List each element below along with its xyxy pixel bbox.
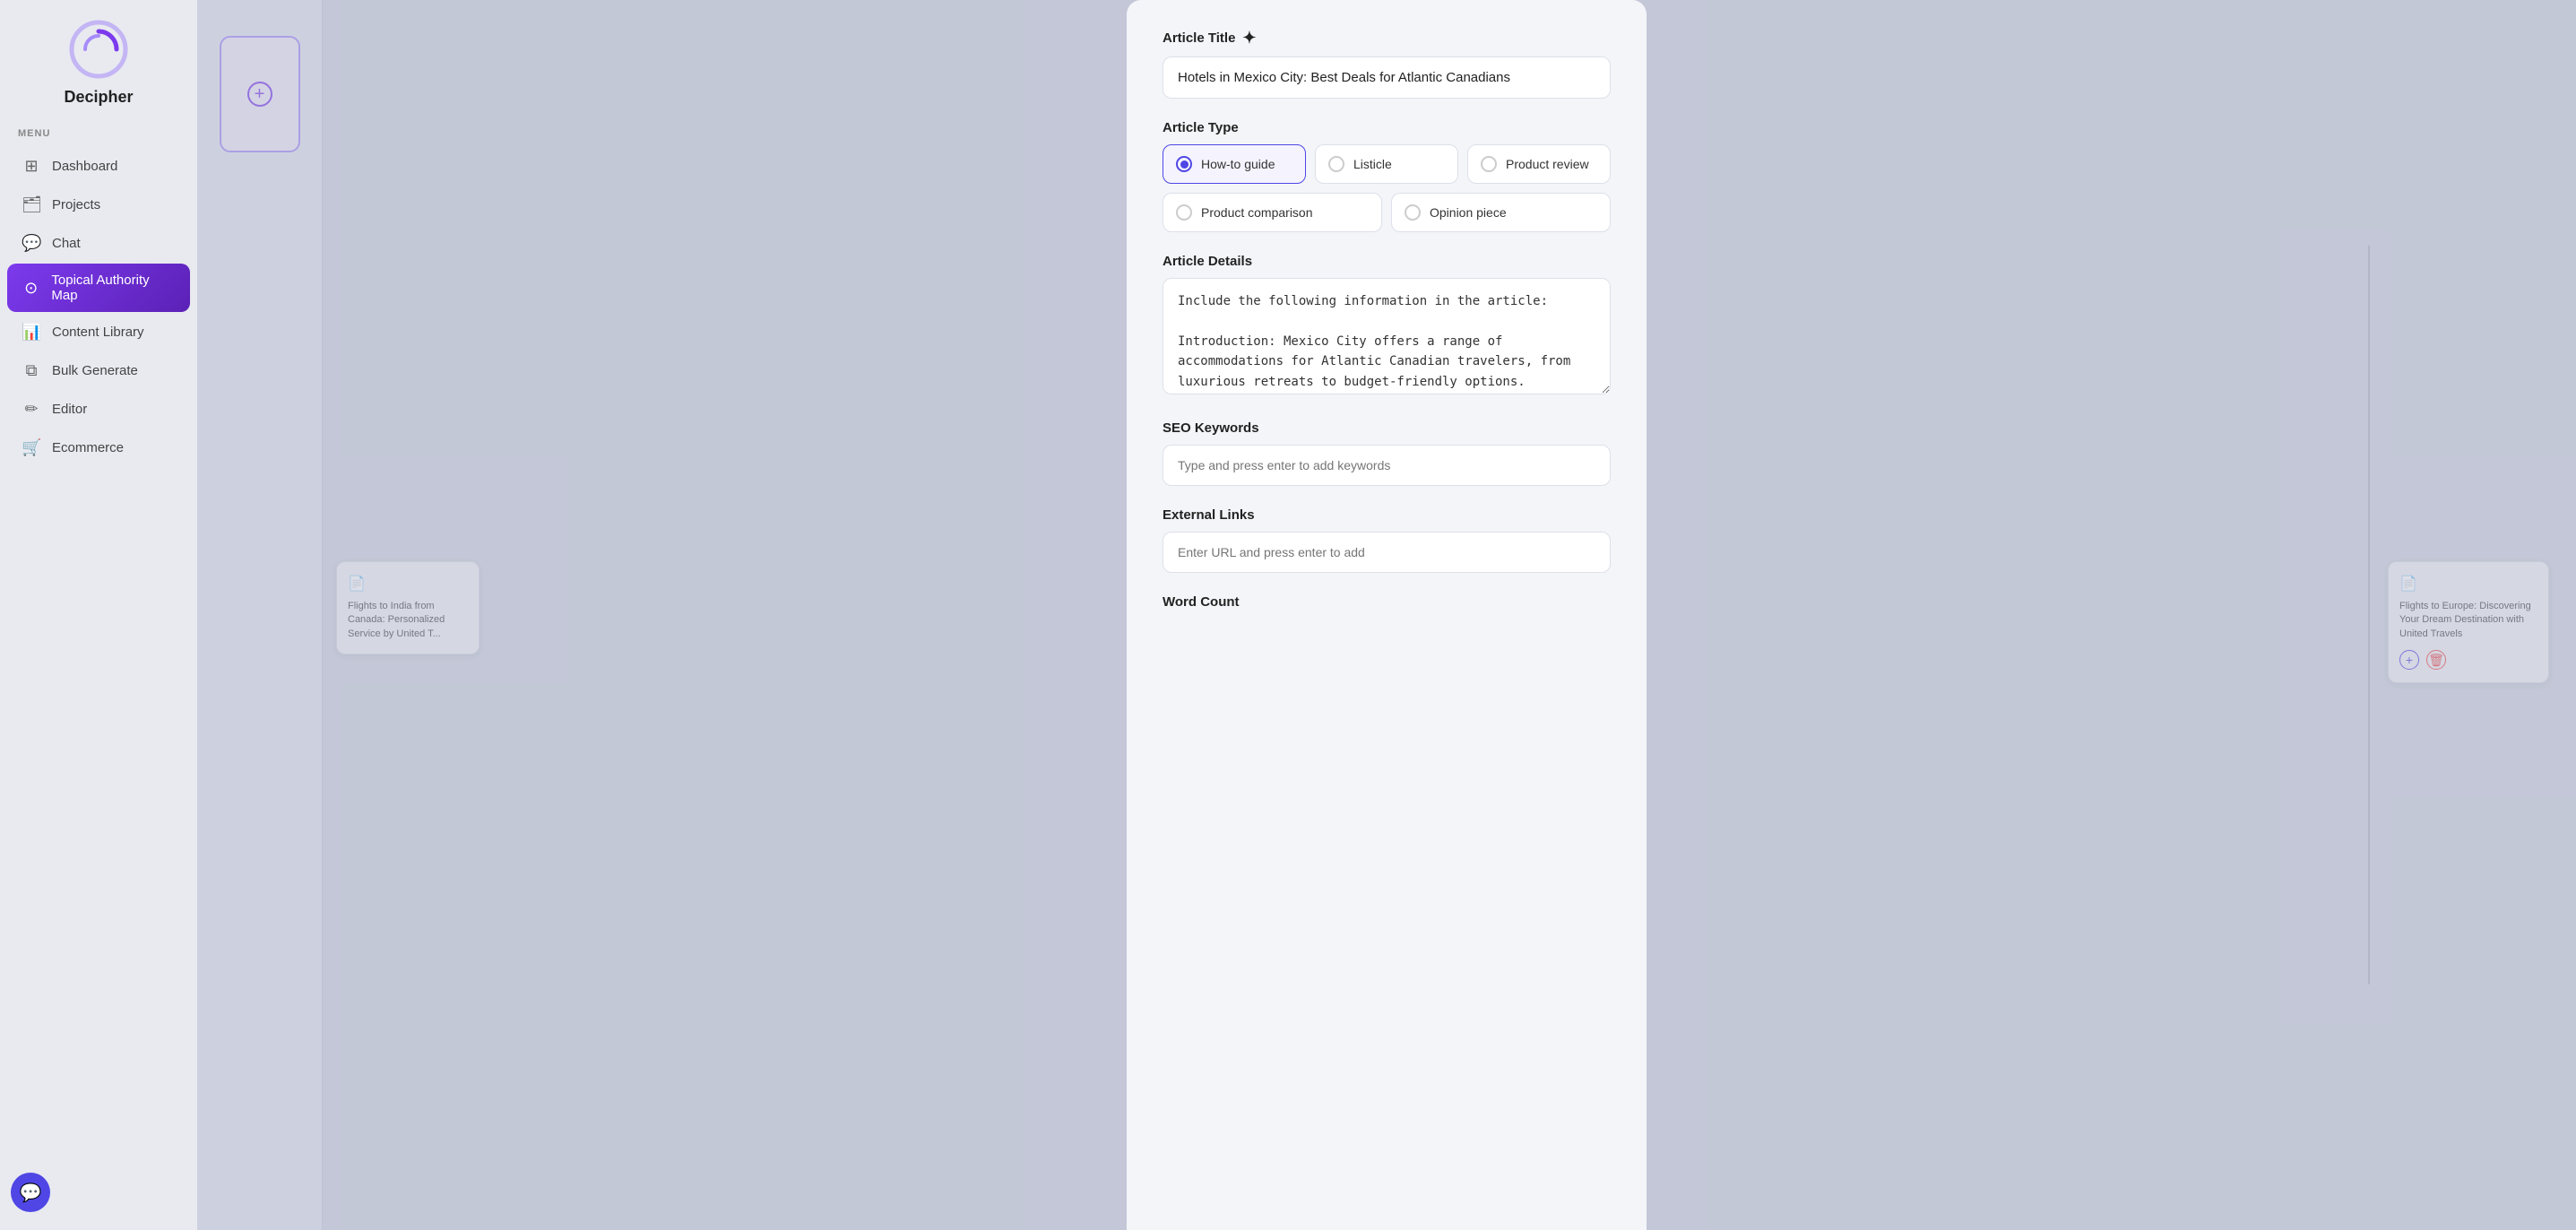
sidebar: Decipher MENU ⊞ Dashboard 🗂 Projects 💬 C…	[0, 0, 197, 1230]
radio-dot-how-to	[1180, 160, 1189, 169]
article-type-label: Article Type	[1163, 120, 1611, 135]
seo-keywords-input[interactable]	[1163, 445, 1611, 486]
map-background: + 📄 Flights to India from Canada: Person…	[197, 0, 2576, 1230]
article-type-product-review-label: Product review	[1506, 157, 1589, 171]
sidebar-item-editor[interactable]: ✏ Editor	[7, 391, 190, 428]
article-type-listicle-label: Listicle	[1353, 157, 1392, 171]
app-name: Decipher	[64, 88, 133, 107]
modal-overlay: Article Title ✦ Article Type How-to guid…	[197, 0, 2576, 1230]
article-title-label: Article Title ✦	[1163, 29, 1611, 48]
article-type-how-to-label: How-to guide	[1201, 157, 1275, 171]
topical-authority-icon: ⊙	[22, 279, 40, 298]
sidebar-item-label: Chat	[52, 236, 81, 251]
external-links-input[interactable]	[1163, 532, 1611, 573]
chat-icon: 💬	[22, 234, 41, 253]
app-logo	[67, 18, 130, 81]
main-content: + 📄 Flights to India from Canada: Person…	[197, 0, 2576, 1230]
sidebar-item-content-library[interactable]: 📊 Content Library	[7, 314, 190, 351]
chat-bubble-button[interactable]: 💬	[11, 1173, 50, 1212]
sidebar-item-dashboard[interactable]: ⊞ Dashboard	[7, 148, 190, 185]
word-count-label: Word Count	[1163, 594, 1611, 610]
content-library-icon: 📊	[22, 323, 41, 342]
external-links-label: External Links	[1163, 507, 1611, 523]
radio-circle-product-comparison	[1176, 204, 1192, 221]
article-details-textarea[interactable]: Include the following information in the…	[1163, 278, 1611, 394]
article-form-modal: Article Title ✦ Article Type How-to guid…	[1127, 0, 1647, 1230]
sidebar-item-label: Dashboard	[52, 159, 117, 174]
article-type-opinion-piece[interactable]: Opinion piece	[1391, 193, 1611, 232]
radio-circle-opinion-piece	[1405, 204, 1421, 221]
sidebar-item-bulk-generate[interactable]: ⧉ Bulk Generate	[7, 352, 190, 389]
article-type-section: Article Type How-to guide Listicle	[1163, 120, 1611, 232]
seo-keywords-label: SEO Keywords	[1163, 420, 1611, 436]
article-type-product-comparison[interactable]: Product comparison	[1163, 193, 1382, 232]
sparkle-icon: ✦	[1242, 29, 1256, 48]
sidebar-item-label: Topical Authority Map	[51, 273, 176, 303]
projects-icon: 🗂	[22, 195, 41, 214]
sidebar-item-chat[interactable]: 💬 Chat	[7, 225, 190, 262]
sidebar-nav: ⊞ Dashboard 🗂 Projects 💬 Chat ⊙ Topical …	[0, 148, 197, 1173]
sidebar-item-label: Editor	[52, 402, 87, 417]
radio-circle-product-review	[1481, 156, 1497, 172]
article-type-how-to-guide[interactable]: How-to guide	[1163, 144, 1306, 184]
radio-circle-listicle	[1328, 156, 1344, 172]
radio-circle-how-to	[1176, 156, 1192, 172]
article-type-product-comparison-label: Product comparison	[1201, 205, 1313, 220]
sidebar-item-label: Ecommerce	[52, 440, 124, 455]
article-details-label: Article Details	[1163, 254, 1611, 269]
article-type-listicle[interactable]: Listicle	[1315, 144, 1458, 184]
article-title-input[interactable]	[1163, 56, 1611, 99]
sidebar-item-label: Projects	[52, 197, 100, 212]
ecommerce-icon: 🛒	[22, 438, 41, 457]
dashboard-icon: ⊞	[22, 157, 41, 176]
article-type-grid-row1: How-to guide Listicle Product review	[1163, 144, 1611, 184]
article-type-opinion-piece-label: Opinion piece	[1430, 205, 1507, 220]
bulk-generate-icon: ⧉	[22, 361, 41, 380]
sidebar-item-projects[interactable]: 🗂 Projects	[7, 186, 190, 223]
menu-label: MENU	[0, 128, 50, 139]
sidebar-item-topical-authority-map[interactable]: ⊙ Topical Authority Map	[7, 264, 190, 312]
article-type-product-review[interactable]: Product review	[1467, 144, 1611, 184]
sidebar-item-label: Bulk Generate	[52, 363, 138, 378]
sidebar-item-label: Content Library	[52, 325, 144, 340]
article-type-grid-row2: Product comparison Opinion piece	[1163, 193, 1611, 232]
editor-icon: ✏	[22, 400, 41, 419]
chat-bubble-icon: 💬	[20, 1182, 42, 1204]
sidebar-item-ecommerce[interactable]: 🛒 Ecommerce	[7, 429, 190, 466]
